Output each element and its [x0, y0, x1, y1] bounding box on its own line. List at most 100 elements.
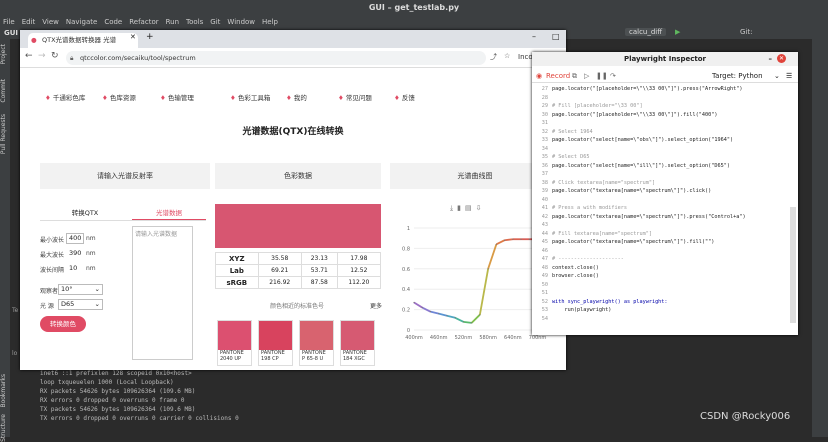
project-label[interactable]: GUI [4, 29, 18, 37]
min-wavelength-input[interactable]: 400 [66, 233, 84, 244]
resume-icon[interactable]: ▷ [584, 69, 589, 83]
inspector-title: Playwright Inspector [624, 55, 706, 63]
nav-item-6[interactable]: ♦ 反馈 [394, 88, 415, 108]
menu-item-git[interactable]: Git [210, 18, 220, 26]
code-text: # Press a with modifiers [552, 205, 627, 211]
pantone-card[interactable]: PANTONE P 65-8 U [299, 320, 334, 366]
maximize-icon[interactable]: □ [552, 32, 560, 41]
table-row: XYZ 35.58 23.13 17.98 [215, 252, 382, 265]
menu-item-navigate[interactable]: Navigate [66, 18, 97, 26]
url-text: qtccolor.com/secaiku/tool/spectrum [80, 54, 196, 62]
star-icon[interactable]: ☆ [504, 52, 510, 60]
nav-item-5[interactable]: ♦ 常见问题 [338, 88, 372, 108]
tool-tab-pull-requests[interactable]: Pull Requests [0, 114, 10, 154]
close-icon[interactable]: ✕ [777, 54, 786, 63]
nav-item-3[interactable]: ♦ 色彩工具箱 [230, 88, 270, 108]
record-icon[interactable]: ◉ [536, 69, 542, 83]
pantone-card[interactable]: PANTONE 184 XGC [340, 320, 375, 366]
line-number: 39 [541, 188, 548, 194]
light-source-select[interactable]: D65 ⌄ [58, 299, 103, 310]
tool-tab-project[interactable]: Project [0, 44, 10, 65]
code-text: browser.close() [552, 273, 599, 279]
browser-tab-bar: ● QTX光谱数据转换器 光谱 ✕ + – □ [20, 30, 566, 48]
tab-spectrum-data[interactable]: 光谱数据 [132, 206, 206, 220]
line-number: 38 [541, 179, 548, 186]
menu-item-window[interactable]: Window [227, 18, 255, 26]
code-text: # Select D65 [552, 154, 590, 160]
line-number: 41 [541, 205, 548, 211]
observer-select[interactable]: 10° ⌄ [58, 284, 103, 295]
menu-item-file[interactable]: File [3, 18, 15, 26]
menu-item-view[interactable]: View [42, 18, 59, 26]
browser-tab[interactable]: ● QTX光谱数据转换器 光谱 [28, 33, 138, 48]
code-editor[interactable]: 27 page.locator("[placeholder=\"\\33 00\"… [532, 85, 788, 335]
git-label: Git: [740, 28, 753, 36]
minimize-icon[interactable]: – [532, 32, 536, 41]
bar-chart-icon[interactable]: ▮ [457, 204, 465, 212]
new-tab-icon[interactable]: + [146, 32, 154, 42]
chevron-down-icon[interactable]: ⌄ [774, 69, 780, 83]
line-number: 36 [541, 162, 548, 169]
copy-icon[interactable]: ⧉ [572, 69, 577, 83]
nav-icon: ♦ [45, 94, 51, 102]
step-over-icon[interactable]: ↷ [610, 69, 616, 83]
data-point [528, 238, 530, 240]
save-icon[interactable]: ⇩ [476, 204, 486, 212]
run-icon[interactable]: ▶ [675, 28, 680, 36]
nav-label: 常见问题 [345, 94, 372, 102]
step-input[interactable]: 10 [66, 263, 84, 274]
series-segment [454, 316, 464, 323]
code-text: # Click textarea[name="spectrum"] [552, 179, 656, 186]
share-icon[interactable]: ⤴ [490, 52, 497, 62]
code-text: page.locator("textarea[name=\"spectrum\"… [552, 188, 712, 194]
tab-convert-qtx[interactable]: 转换QTX [40, 206, 130, 220]
pantone-card[interactable]: PANTONE 2040 UP [217, 320, 252, 366]
minimize-icon[interactable]: – [769, 52, 773, 66]
menu-icon[interactable]: ☰ [786, 69, 792, 83]
code-line: 33 page.locator("select[name=\"obs\"]").s… [532, 136, 788, 145]
pantone-card[interactable]: PANTONE 198 CP [258, 320, 293, 366]
ide-title-bar: GUI – get_testlab.py [0, 0, 828, 16]
target-select[interactable]: Target: Python [712, 69, 763, 83]
y-tick-label: 0.2 [402, 308, 410, 314]
code-line: 52 with sync_playwright() as playwright: [532, 298, 788, 307]
tool-tab-commit[interactable]: Commit [0, 79, 10, 103]
min-wavelength-label: 最小波长 [40, 237, 65, 244]
tool-tab-structure[interactable]: Structure [0, 414, 10, 442]
back-icon[interactable]: ← [25, 51, 33, 61]
code-line: 35 # Select D65 [532, 153, 788, 162]
record-button[interactable]: Record [546, 69, 570, 83]
run-config-select[interactable]: calcu_diff [625, 28, 667, 36]
code-text: # --------------------- [552, 256, 624, 262]
more-link[interactable]: 更多 [370, 301, 382, 310]
data-view-icon[interactable]: ▤ [465, 204, 476, 212]
nav-item-4[interactable]: ♦ 我的 [286, 88, 307, 108]
max-wavelength-input[interactable]: 390 [66, 248, 84, 259]
scrollbar[interactable] [790, 207, 796, 323]
forward-icon[interactable]: → [38, 51, 46, 61]
data-point [495, 243, 497, 245]
url-field[interactable]: 🔒︎ qtccolor.com/secaiku/tool/spectrum [66, 51, 486, 65]
menu-item-edit[interactable]: Edit [22, 18, 36, 26]
reload-icon[interactable]: ↻ [51, 51, 59, 61]
menu-item-tools[interactable]: Tools [186, 18, 203, 26]
nav-item-1[interactable]: ♦ 色库资源 [102, 88, 136, 108]
color-value: 69.21 [257, 264, 302, 277]
menu-item-refactor[interactable]: Refactor [129, 18, 158, 26]
terminal-tab[interactable]: Te [12, 307, 18, 314]
nav-item-0[interactable]: ♦ 千通彩色库 [45, 88, 85, 108]
tool-tab-bookmarks[interactable]: Bookmarks [0, 374, 10, 408]
convert-color-button[interactable]: 转换颜色 [40, 316, 86, 332]
color-value: 112.20 [336, 276, 382, 289]
terminal-output[interactable]: inet6 ::1 prefixlen 128 scopeid 0x10<hos… [10, 368, 812, 437]
code-line: 43 [532, 221, 788, 230]
close-tab-icon[interactable]: ✕ [130, 33, 136, 41]
spectrum-textarea[interactable]: 请输入光谱数据 [132, 226, 193, 360]
menu-item-code[interactable]: Code [104, 18, 122, 26]
code-text: # Fill [placeholder="\33 00"] [552, 103, 643, 109]
pause-icon[interactable]: ❚❚ [596, 69, 608, 83]
line-number: 42 [541, 213, 548, 220]
nav-item-2[interactable]: ♦ 色输管理 [160, 88, 194, 108]
menu-item-run[interactable]: Run [166, 18, 179, 26]
menu-item-help[interactable]: Help [262, 18, 278, 26]
